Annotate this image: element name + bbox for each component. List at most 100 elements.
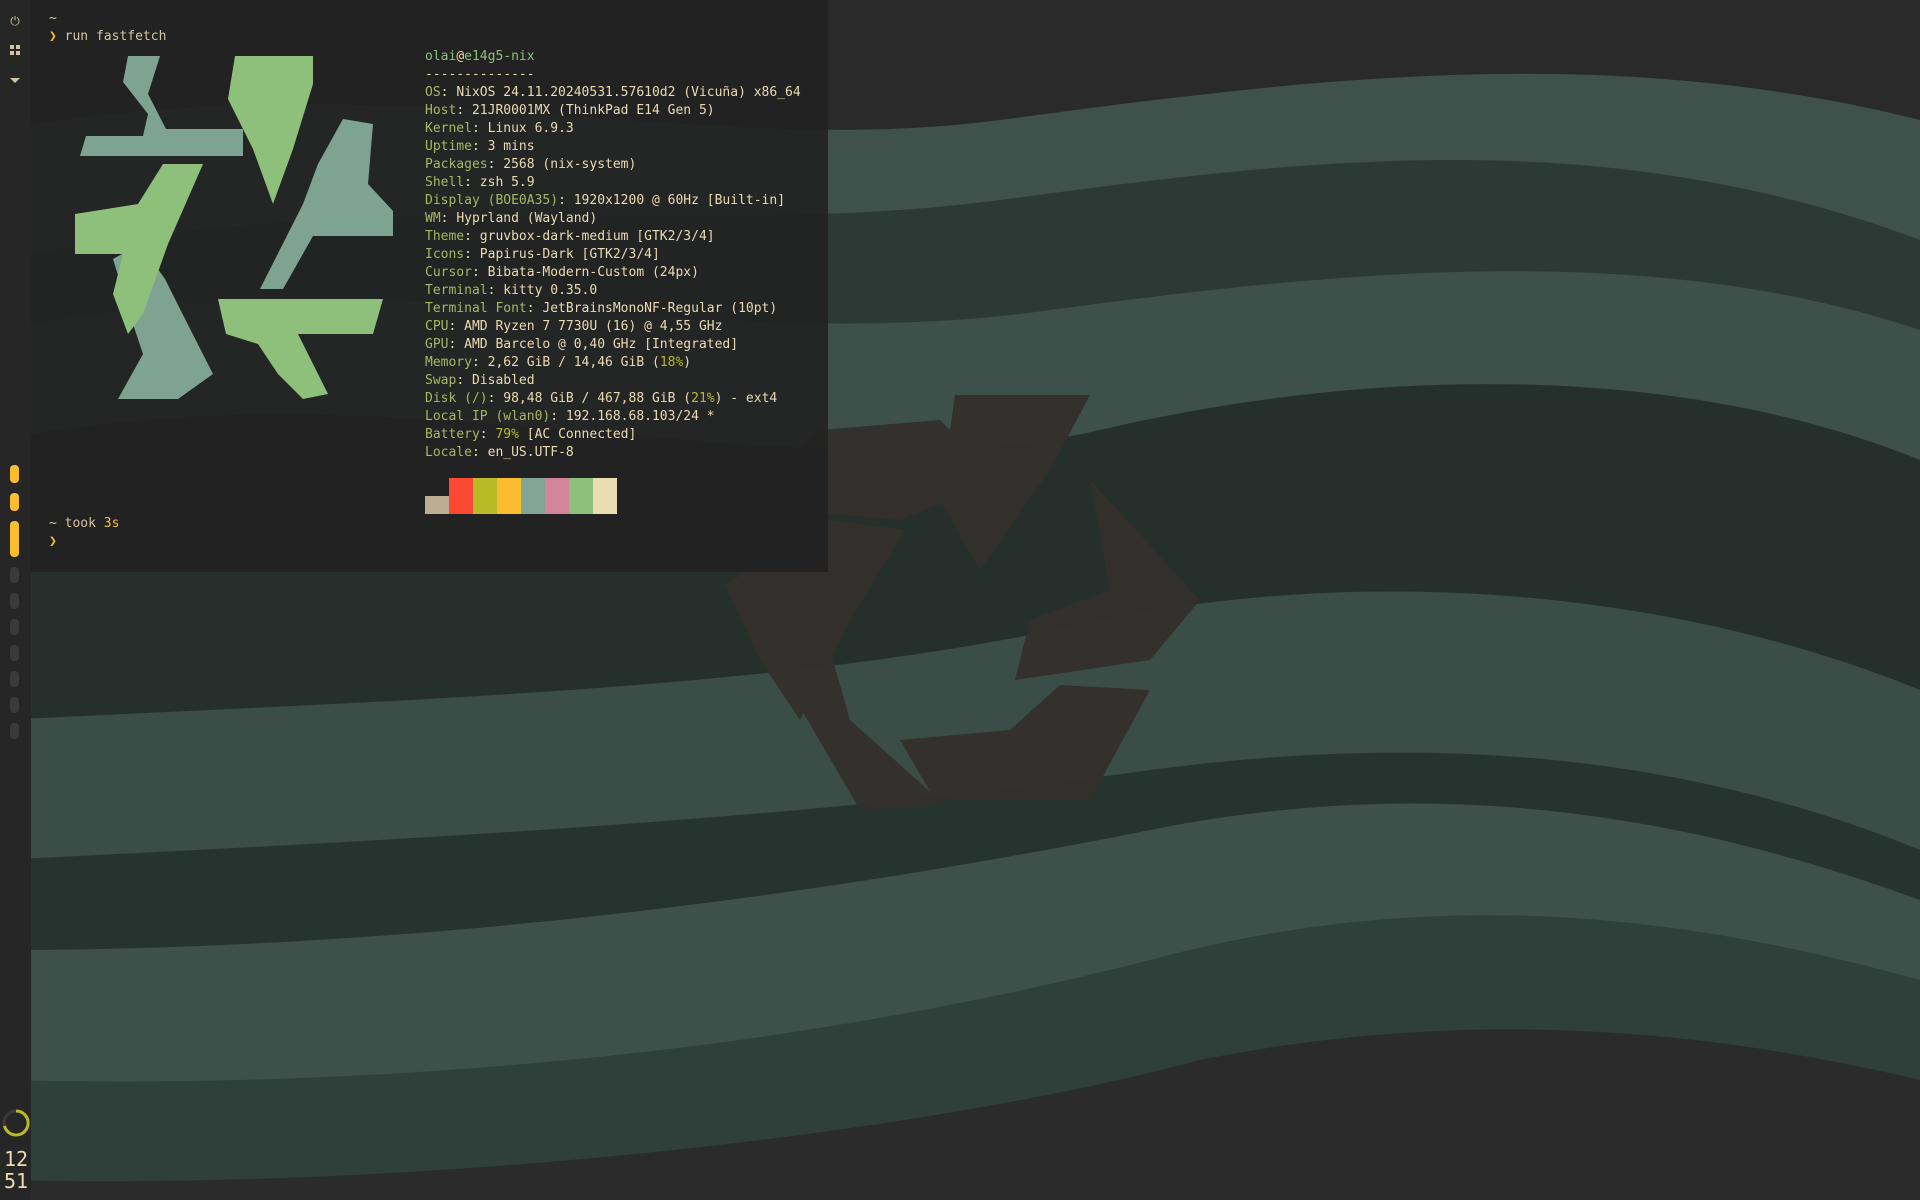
palette-swatch: [425, 496, 449, 514]
info-value: 2,62 GiB / 14,46 GiB (: [487, 355, 660, 370]
prompt-cwd: ~: [49, 10, 57, 28]
info-line: Swap: Disabled: [425, 373, 535, 388]
info-key: Terminal Font: [425, 301, 527, 316]
grid-icon[interactable]: [7, 44, 23, 60]
info-line: Battery: 79% [AC Connected]: [425, 427, 637, 442]
workspace-indicator[interactable]: [10, 619, 19, 635]
took-time: 3s: [103, 516, 120, 531]
info-line: Memory: 2,62 GiB / 14,46 GiB (18%): [425, 355, 692, 370]
took-prefix: ~ took: [49, 516, 104, 531]
workspace-indicator[interactable]: [10, 645, 19, 661]
command-text: run fastfetch: [64, 29, 167, 44]
workspace-indicator[interactable]: [10, 465, 19, 483]
terminal-window[interactable]: ~ ❯ run fastfetch olai@e14g5-nix -------…: [31, 0, 828, 572]
info-line: Terminal Font: JetBrainsMonoNF-Regular (…: [425, 301, 778, 316]
active-prompt[interactable]: ❯: [49, 533, 57, 551]
chevron-down-icon[interactable]: [7, 74, 23, 90]
info-percent: 18%: [659, 355, 684, 370]
palette-swatch: [521, 478, 545, 514]
separator-line: --------------: [425, 67, 535, 82]
info-line: Locale: en_US.UTF-8: [425, 445, 574, 460]
at-sign: @: [456, 49, 465, 64]
clock-hour: 12: [4, 1147, 29, 1171]
palette-swatch: [497, 478, 521, 514]
info-key: Display (BOE0A35): [425, 193, 559, 208]
info-line: Uptime: 3 mins: [425, 139, 535, 154]
info-value: 192.168.68.103/24 *: [565, 409, 715, 424]
info-key: Kernel: [425, 121, 472, 136]
info-value: 21JR0001MX (ThinkPad E14 Gen 5): [471, 103, 715, 118]
prompt-symbol-active: ❯: [49, 534, 57, 549]
workspace-indicator[interactable]: [10, 697, 19, 713]
prompt-symbol: ❯: [49, 29, 57, 44]
info-line: Shell: zsh 5.9: [425, 175, 535, 190]
info-percent: 21%: [691, 391, 715, 406]
workspace-indicator[interactable]: [10, 671, 19, 687]
info-line: Packages: 2568 (nix-system): [425, 157, 637, 172]
info-value: NixOS 24.11.20240531.57610d2 (Vicuña) x8…: [456, 85, 801, 100]
palette-swatch: [593, 478, 617, 514]
palette-swatch: [545, 478, 569, 514]
info-key: OS: [425, 85, 441, 100]
info-value: en_US.UTF-8: [487, 445, 574, 460]
workspace-indicator[interactable]: [10, 593, 19, 609]
info-key: Uptime: [425, 139, 472, 154]
info-line: GPU: AMD Barcelo @ 0,40 GHz [Integrated]: [425, 337, 739, 352]
info-value: JetBrainsMonoNF-Regular (10pt): [542, 301, 778, 316]
info-line: Icons: Papirus-Dark [GTK2/3/4]: [425, 247, 660, 262]
info-value: kitty 0.35.0: [503, 283, 598, 298]
info-key: CPU: [425, 319, 449, 334]
info-tail: [AC Connected]: [518, 427, 637, 442]
info-percent: 79%: [495, 427, 519, 442]
info-value: Disabled: [471, 373, 535, 388]
info-value: zsh 5.9: [479, 175, 535, 190]
username: olai: [425, 49, 457, 64]
info-value: Hyprland (Wayland): [456, 211, 598, 226]
info-key: Shell: [425, 175, 465, 190]
info-line: Host: 21JR0001MX (ThinkPad E14 Gen 5): [425, 103, 715, 118]
color-palette: [425, 478, 617, 514]
info-line: Theme: gruvbox-dark-medium [GTK2/3/4]: [425, 229, 715, 244]
info-key: Locale: [425, 445, 472, 460]
info-tail: ): [683, 355, 692, 370]
workspace-indicator[interactable]: [10, 567, 19, 583]
info-key: WM: [425, 211, 441, 226]
info-key: Local IP (wlan0): [425, 409, 551, 424]
info-value: 98,48 GiB / 467,88 GiB (: [503, 391, 692, 406]
info-key: Battery: [425, 427, 480, 442]
nixos-logo: [75, 56, 393, 399]
workspace-indicator[interactable]: [10, 493, 19, 511]
workspace-indicator[interactable]: [10, 521, 19, 557]
info-value: AMD Ryzen 7 7730U (16) @ 4,55 GHz: [464, 319, 723, 334]
took-line: ~ took 3s: [49, 515, 119, 533]
clock: 12 51: [4, 1148, 28, 1192]
info-value: gruvbox-dark-medium [GTK2/3/4]: [479, 229, 715, 244]
info-line: WM: Hyprland (Wayland): [425, 211, 598, 226]
info-line: Disk (/): 98,48 GiB / 467,88 GiB (21%) -…: [425, 391, 778, 406]
info-value: AMD Barcelo @ 0,40 GHz [Integrated]: [464, 337, 739, 352]
user-host-line: olai@e14g5-nix: [425, 48, 535, 66]
workspace-indicator[interactable]: [10, 723, 19, 739]
info-key: Memory: [425, 355, 472, 370]
info-key: Packages: [425, 157, 488, 172]
power-icon[interactable]: ⏻: [7, 13, 23, 29]
info-key: Host: [425, 103, 457, 118]
info-value: Linux 6.9.3: [487, 121, 574, 136]
info-key: Disk (/): [425, 391, 488, 406]
palette-swatch: [473, 478, 497, 514]
info-key: Swap: [425, 373, 457, 388]
info-value: 3 mins: [487, 139, 535, 154]
info-line: OS: NixOS 24.11.20240531.57610d2 (Vicuña…: [425, 85, 801, 100]
info-value: 2568 (nix-system): [503, 157, 637, 172]
info-line: CPU: AMD Ryzen 7 7730U (16) @ 4,55 GHz: [425, 319, 723, 334]
side-panel-bar: ⏻ 12 51: [0, 0, 31, 1200]
info-key: Theme: [425, 229, 465, 244]
info-value: 1920x1200 @ 60Hz [Built-in]: [573, 193, 786, 208]
info-key: GPU: [425, 337, 449, 352]
cpu-usage-ring-icon: [2, 1109, 30, 1137]
command-line: ❯ run fastfetch: [49, 28, 166, 46]
info-line: Cursor: Bibata-Modern-Custom (24px): [425, 265, 699, 280]
info-line: Terminal: kitty 0.35.0: [425, 283, 598, 298]
palette-swatch: [449, 478, 473, 514]
info-tail: ) - ext4: [714, 391, 778, 406]
